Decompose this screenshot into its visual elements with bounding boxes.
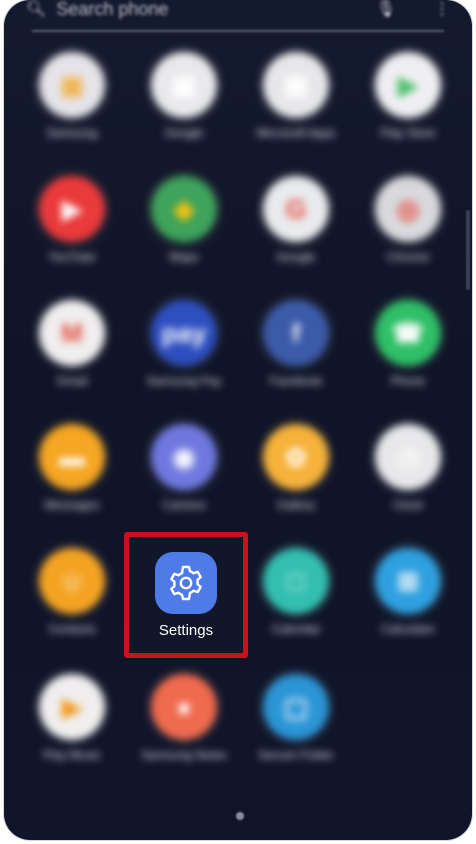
app-label: Play Store	[380, 126, 436, 140]
app-label: Contacts	[48, 622, 96, 636]
app-icon: ▬	[39, 424, 105, 490]
app-icon: ▦	[263, 52, 329, 118]
app-label: Samsung Pay	[146, 374, 222, 388]
phone-screen: 🔍︎ Search phone 🎙︎ ⋮ ▣ Samsung ▦ Google …	[4, 0, 472, 840]
app-icon: ◎	[375, 176, 441, 242]
app-tile[interactable]: □ Calendar	[240, 548, 352, 668]
app-label: Camera	[162, 498, 206, 512]
app-tile[interactable]: ▶ YouTube	[16, 176, 128, 296]
app-tile[interactable]: pay Samsung Pay	[128, 300, 240, 420]
app-label: Google	[164, 126, 204, 140]
app-icon: ●	[151, 674, 217, 740]
app-icon: ◉	[151, 424, 217, 490]
app-label: Microsoft Apps	[256, 126, 336, 140]
app-tile[interactable]: M Gmail	[16, 300, 128, 420]
app-icon: □	[263, 548, 329, 614]
app-tile[interactable]: ● Samsung Notes	[128, 674, 240, 794]
app-tile[interactable]: ⊞ Calculator	[352, 548, 464, 668]
scrollbar[interactable]	[466, 210, 470, 290]
app-tile[interactable]: ◉ Camera	[128, 424, 240, 544]
app-tile[interactable]: ◷ Clock	[352, 424, 464, 544]
settings-app-tile[interactable]: Settings	[124, 532, 248, 658]
app-icon: ◷	[375, 424, 441, 490]
app-icon: f	[263, 300, 329, 366]
app-icon: ▦	[151, 52, 217, 118]
app-label: Google	[276, 250, 316, 264]
app-icon: ☎	[375, 300, 441, 366]
app-label: Maps	[169, 250, 199, 264]
app-tile[interactable]: ✿ Gallery	[240, 424, 352, 544]
app-label: Secure Folder	[258, 748, 334, 762]
app-tile[interactable]: ▣ Samsung	[16, 52, 128, 172]
settings-gear-icon	[155, 552, 217, 614]
app-icon: ✿	[263, 424, 329, 490]
app-icon: ▶	[39, 176, 105, 242]
app-label: Gallery	[276, 498, 315, 512]
app-label: Messages	[44, 498, 100, 512]
app-icon: pay	[151, 300, 217, 366]
app-label: Samsung Notes	[141, 748, 227, 762]
app-tile[interactable]: ▢ Secure Folder	[240, 674, 352, 794]
app-icon: ◆	[151, 176, 217, 242]
app-label: Phone	[390, 374, 426, 388]
app-tile[interactable]: ▦ Google	[128, 52, 240, 172]
app-icon: G	[263, 176, 329, 242]
app-label: Calculator	[380, 622, 436, 636]
app-tile[interactable]: ▶ Play Store	[352, 52, 464, 172]
app-label: Facebook	[269, 374, 323, 388]
app-grid: ▣ Samsung ▦ Google ▦ Microsoft Apps ▶ Pl…	[4, 0, 472, 840]
settings-label: Settings	[158, 622, 214, 639]
app-tile[interactable]: ☺ Contacts	[16, 548, 128, 668]
app-tile[interactable]: ☎ Phone	[352, 300, 464, 420]
page-indicator-dot[interactable]	[236, 812, 244, 820]
app-icon: ▶	[375, 52, 441, 118]
app-label: Samsung	[46, 126, 98, 140]
app-icon: ☺	[39, 548, 105, 614]
app-tile[interactable]: ◆ Maps	[128, 176, 240, 296]
app-icon: ▣	[39, 52, 105, 118]
app-icon: ▶	[39, 674, 105, 740]
app-label: Calendar	[271, 622, 321, 636]
gear-icon	[170, 565, 202, 601]
app-label: Play Music	[42, 748, 101, 762]
app-icon: ▢	[263, 674, 329, 740]
app-label: YouTube	[48, 250, 96, 264]
app-label: Clock	[392, 498, 423, 512]
app-icon: M	[39, 300, 105, 366]
app-tile[interactable]: ▬ Messages	[16, 424, 128, 544]
app-label: Gmail	[56, 374, 88, 388]
app-tile[interactable]: ▦ Microsoft Apps	[240, 52, 352, 172]
app-icon: ⊞	[375, 548, 441, 614]
app-tile[interactable]: G Google	[240, 176, 352, 296]
app-tile[interactable]: ▶ Play Music	[16, 674, 128, 794]
app-tile[interactable]: f Facebook	[240, 300, 352, 420]
app-tile[interactable]: ◎ Chrome	[352, 176, 464, 296]
app-label: Chrome	[386, 250, 430, 264]
